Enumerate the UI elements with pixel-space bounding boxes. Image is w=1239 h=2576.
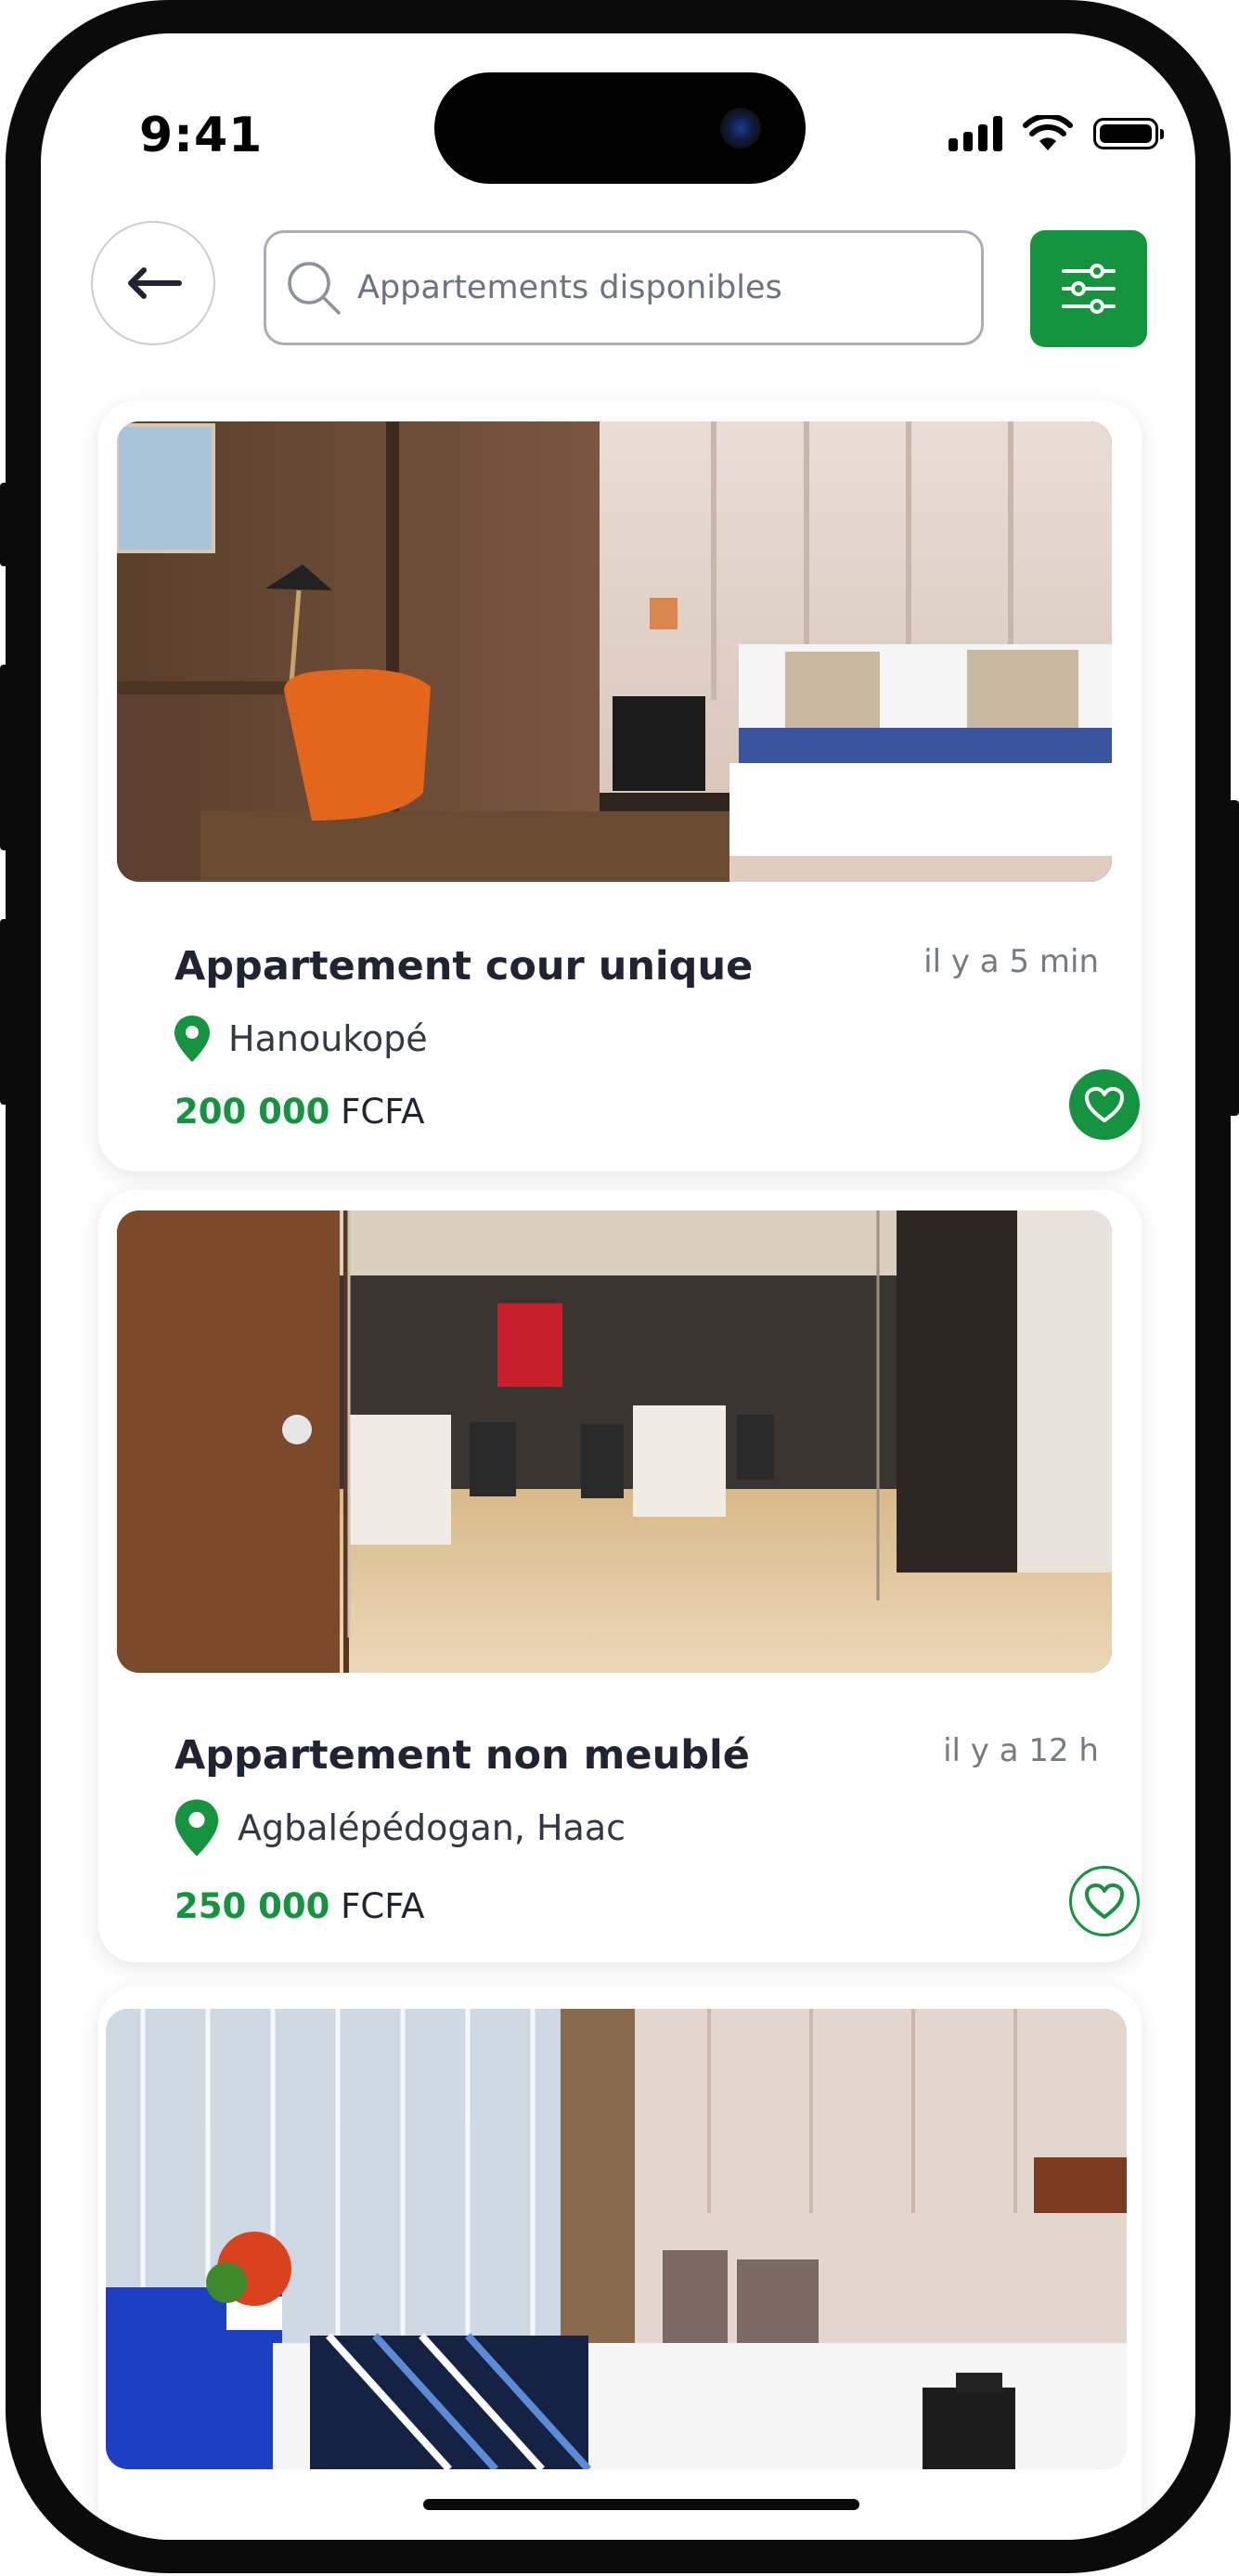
listing-time: il y a 12 h xyxy=(943,1732,1099,1769)
arrow-left-icon xyxy=(128,267,182,299)
side-button-power xyxy=(1226,800,1239,1116)
signal-icon xyxy=(949,116,1002,151)
price-currency: FCFA xyxy=(341,1092,425,1132)
location-pin-icon xyxy=(174,1799,219,1857)
listing-title: Appartement cour unique xyxy=(174,943,754,990)
price-amount: 200 000 xyxy=(174,1092,330,1132)
listing-card[interactable]: Appartement non meublé il y a 12 h Agbal… xyxy=(98,1190,1142,1962)
listing-location: Agbalépédogan, Haac xyxy=(173,1797,626,1858)
filter-button[interactable] xyxy=(1030,230,1147,347)
side-button-volume-down xyxy=(0,919,13,1105)
listing-card[interactable] xyxy=(98,1987,1142,2540)
home-indicator[interactable] xyxy=(423,2499,859,2510)
heart-icon xyxy=(1085,1087,1124,1122)
wifi-icon xyxy=(1023,115,1073,150)
back-button[interactable] xyxy=(91,221,215,345)
heart-outline-icon xyxy=(1085,1883,1124,1919)
listing-photo xyxy=(106,2009,1127,2469)
status-icons xyxy=(949,115,1164,152)
dynamic-island xyxy=(434,72,806,184)
battery-icon xyxy=(1093,118,1164,149)
price-amount: 250 000 xyxy=(174,1886,330,1926)
listing-photo xyxy=(117,421,1112,882)
screen: 9:41 Appartements disponibles Appartemen… xyxy=(41,33,1195,2540)
camera-icon xyxy=(720,108,761,149)
listing-price: 250 000 FCFA xyxy=(174,1886,424,1926)
search-input[interactable] xyxy=(355,268,916,307)
listing-location-label: Agbalépédogan, Haac xyxy=(238,1807,626,1848)
listing-time: il y a 5 min xyxy=(923,943,1099,980)
side-button-silent xyxy=(0,483,13,566)
side-button-volume-up xyxy=(0,665,13,850)
price-currency: FCFA xyxy=(341,1886,425,1926)
status-time: 9:41 xyxy=(139,108,264,163)
listing-location: Hanoukopé xyxy=(173,1014,428,1064)
location-pin-icon xyxy=(174,1016,210,1062)
search-box[interactable] xyxy=(264,230,984,345)
listing-card[interactable]: Appartement cour unique il y a 5 min Han… xyxy=(98,401,1142,1171)
listing-price: 200 000 FCFA xyxy=(174,1092,424,1132)
favorite-button[interactable] xyxy=(1069,1069,1140,1140)
search-icon xyxy=(288,262,341,315)
listing-photo xyxy=(117,1210,1112,1673)
listing-location-label: Hanoukopé xyxy=(228,1018,428,1059)
favorite-button[interactable] xyxy=(1069,1866,1140,1936)
listing-title: Appartement non meublé xyxy=(174,1732,750,1779)
sliders-icon xyxy=(1062,264,1116,314)
